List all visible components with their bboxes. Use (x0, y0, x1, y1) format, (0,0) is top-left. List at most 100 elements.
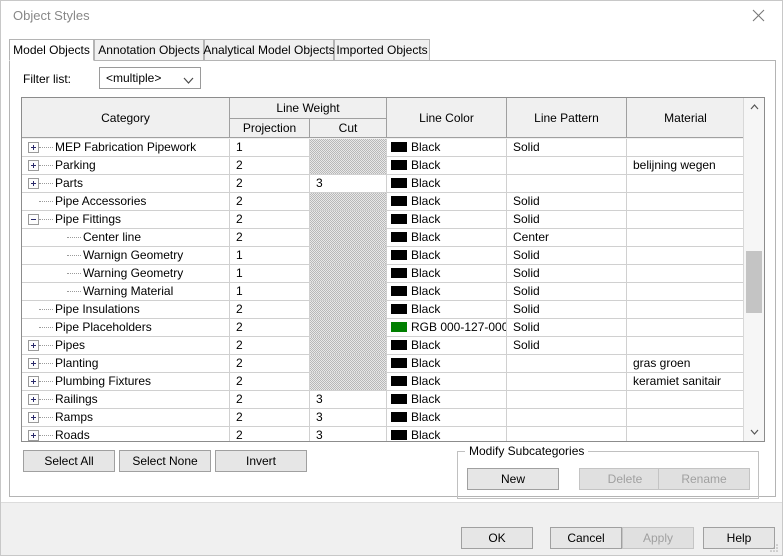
header-cut[interactable]: Cut (310, 119, 387, 138)
cell-category[interactable]: Parts (22, 175, 230, 192)
cell-category[interactable]: MEP Fabrication Pipework (22, 139, 230, 156)
cell-line-color[interactable]: Black (387, 409, 507, 426)
table-row[interactable]: Warning Geometry 1 Black Solid (22, 265, 743, 283)
table-row[interactable]: Pipe Insulations 2 Black Solid (22, 301, 743, 319)
cell-material[interactable] (627, 391, 743, 408)
cell-projection[interactable]: 2 (230, 175, 310, 192)
cell-category[interactable]: Roads (22, 427, 230, 441)
table-row[interactable]: Parking 2 Black belijning wegen (22, 157, 743, 175)
invert-button[interactable]: Invert (215, 450, 307, 472)
cell-line-color[interactable]: Black (387, 193, 507, 210)
cell-line-color[interactable]: Black (387, 427, 507, 441)
cell-line-pattern[interactable]: Solid (507, 283, 627, 300)
header-projection[interactable]: Projection (230, 119, 310, 138)
cell-line-color[interactable]: Black (387, 265, 507, 282)
cell-line-pattern[interactable]: Solid (507, 265, 627, 282)
cell-category[interactable]: Planting (22, 355, 230, 372)
cell-line-pattern[interactable] (507, 409, 627, 426)
cell-material[interactable] (627, 211, 743, 228)
cell-projection[interactable]: 2 (230, 391, 310, 408)
cell-category[interactable]: Parking (22, 157, 230, 174)
select-all-button[interactable]: Select All (23, 450, 115, 472)
cell-category[interactable]: Pipe Fittings (22, 211, 230, 228)
expand-icon[interactable] (28, 160, 39, 171)
close-icon[interactable] (736, 1, 780, 30)
cell-line-color[interactable]: Black (387, 373, 507, 390)
cell-projection[interactable]: 2 (230, 229, 310, 246)
cell-projection[interactable]: 1 (230, 265, 310, 282)
header-category[interactable]: Category (22, 98, 230, 138)
cell-projection[interactable]: 2 (230, 355, 310, 372)
cell-category[interactable]: Railings (22, 391, 230, 408)
cell-material[interactable] (627, 283, 743, 300)
cell-category[interactable]: Warnign Geometry (22, 247, 230, 264)
cell-material[interactable] (627, 319, 743, 336)
cell-line-pattern[interactable] (507, 355, 627, 372)
cell-line-color[interactable]: RGB 000-127-000 (387, 319, 507, 336)
cell-line-color[interactable]: Black (387, 157, 507, 174)
help-button[interactable]: Help (703, 527, 775, 549)
cell-line-pattern[interactable] (507, 427, 627, 441)
cell-projection[interactable]: 2 (230, 319, 310, 336)
expand-icon[interactable] (28, 340, 39, 351)
header-line-color[interactable]: Line Color (387, 98, 507, 138)
ok-button[interactable]: OK (461, 527, 533, 549)
cell-material[interactable] (627, 247, 743, 264)
cell-line-color[interactable]: Black (387, 391, 507, 408)
cell-material[interactable] (627, 139, 743, 156)
cell-projection[interactable]: 1 (230, 247, 310, 264)
cell-line-color[interactable]: Black (387, 139, 507, 156)
cell-line-color[interactable]: Black (387, 337, 507, 354)
cell-material[interactable] (627, 337, 743, 354)
table-row[interactable]: Ramps 2 3 Black (22, 409, 743, 427)
expand-icon[interactable] (28, 178, 39, 189)
table-row[interactable]: Pipe Accessories 2 Black Solid (22, 193, 743, 211)
cancel-button[interactable]: Cancel (550, 527, 622, 549)
table-row[interactable]: Warnign Geometry 1 Black Solid (22, 247, 743, 265)
cell-category[interactable]: Pipe Insulations (22, 301, 230, 318)
resize-grip-icon[interactable] (769, 542, 779, 552)
expand-icon[interactable] (28, 430, 39, 441)
cell-line-pattern[interactable] (507, 391, 627, 408)
cell-line-pattern[interactable]: Solid (507, 301, 627, 318)
cell-material[interactable] (627, 265, 743, 282)
cell-material[interactable] (627, 301, 743, 318)
table-row[interactable]: Planting 2 Black gras groen (22, 355, 743, 373)
cell-category[interactable]: Pipe Accessories (22, 193, 230, 210)
expand-icon[interactable] (28, 394, 39, 405)
chevron-up-icon[interactable] (744, 98, 764, 116)
cell-category[interactable]: Pipes (22, 337, 230, 354)
cell-cut[interactable]: 3 (310, 175, 387, 192)
cell-category[interactable]: Center line (22, 229, 230, 246)
cell-line-color[interactable]: Black (387, 211, 507, 228)
table-row[interactable]: Pipes 2 Black Solid (22, 337, 743, 355)
cell-projection[interactable]: 2 (230, 193, 310, 210)
table-row[interactable]: Plumbing Fixtures 2 Black keramiet sanitair (22, 373, 743, 391)
expand-icon[interactable] (28, 376, 39, 387)
chevron-down-icon[interactable] (744, 423, 764, 441)
cell-material[interactable] (627, 229, 743, 246)
cell-material[interactable] (627, 175, 743, 192)
cell-line-pattern[interactable]: Solid (507, 247, 627, 264)
cell-projection[interactable]: 2 (230, 301, 310, 318)
cell-line-color[interactable]: Black (387, 283, 507, 300)
cell-line-color[interactable]: Black (387, 355, 507, 372)
header-line-pattern[interactable]: Line Pattern (507, 98, 627, 138)
header-material[interactable]: Material (627, 98, 745, 138)
table-row[interactable]: Roads 2 3 Black (22, 427, 743, 441)
cell-category[interactable]: Warning Geometry (22, 265, 230, 282)
cell-projection[interactable]: 2 (230, 337, 310, 354)
cell-category[interactable]: Ramps (22, 409, 230, 426)
select-none-button[interactable]: Select None (119, 450, 211, 472)
table-row[interactable]: Parts 2 3 Black (22, 175, 743, 193)
scrollbar-thumb[interactable] (746, 251, 762, 313)
cell-line-color[interactable]: Black (387, 229, 507, 246)
cell-cut[interactable]: 3 (310, 391, 387, 408)
table-row[interactable]: Warning Material 1 Black Solid (22, 283, 743, 301)
cell-line-pattern[interactable] (507, 157, 627, 174)
cell-line-pattern[interactable]: Solid (507, 211, 627, 228)
grid-vertical-scrollbar[interactable] (743, 98, 764, 441)
cell-category[interactable]: Pipe Placeholders (22, 319, 230, 336)
cell-projection[interactable]: 2 (230, 211, 310, 228)
cell-cut[interactable]: 3 (310, 427, 387, 441)
